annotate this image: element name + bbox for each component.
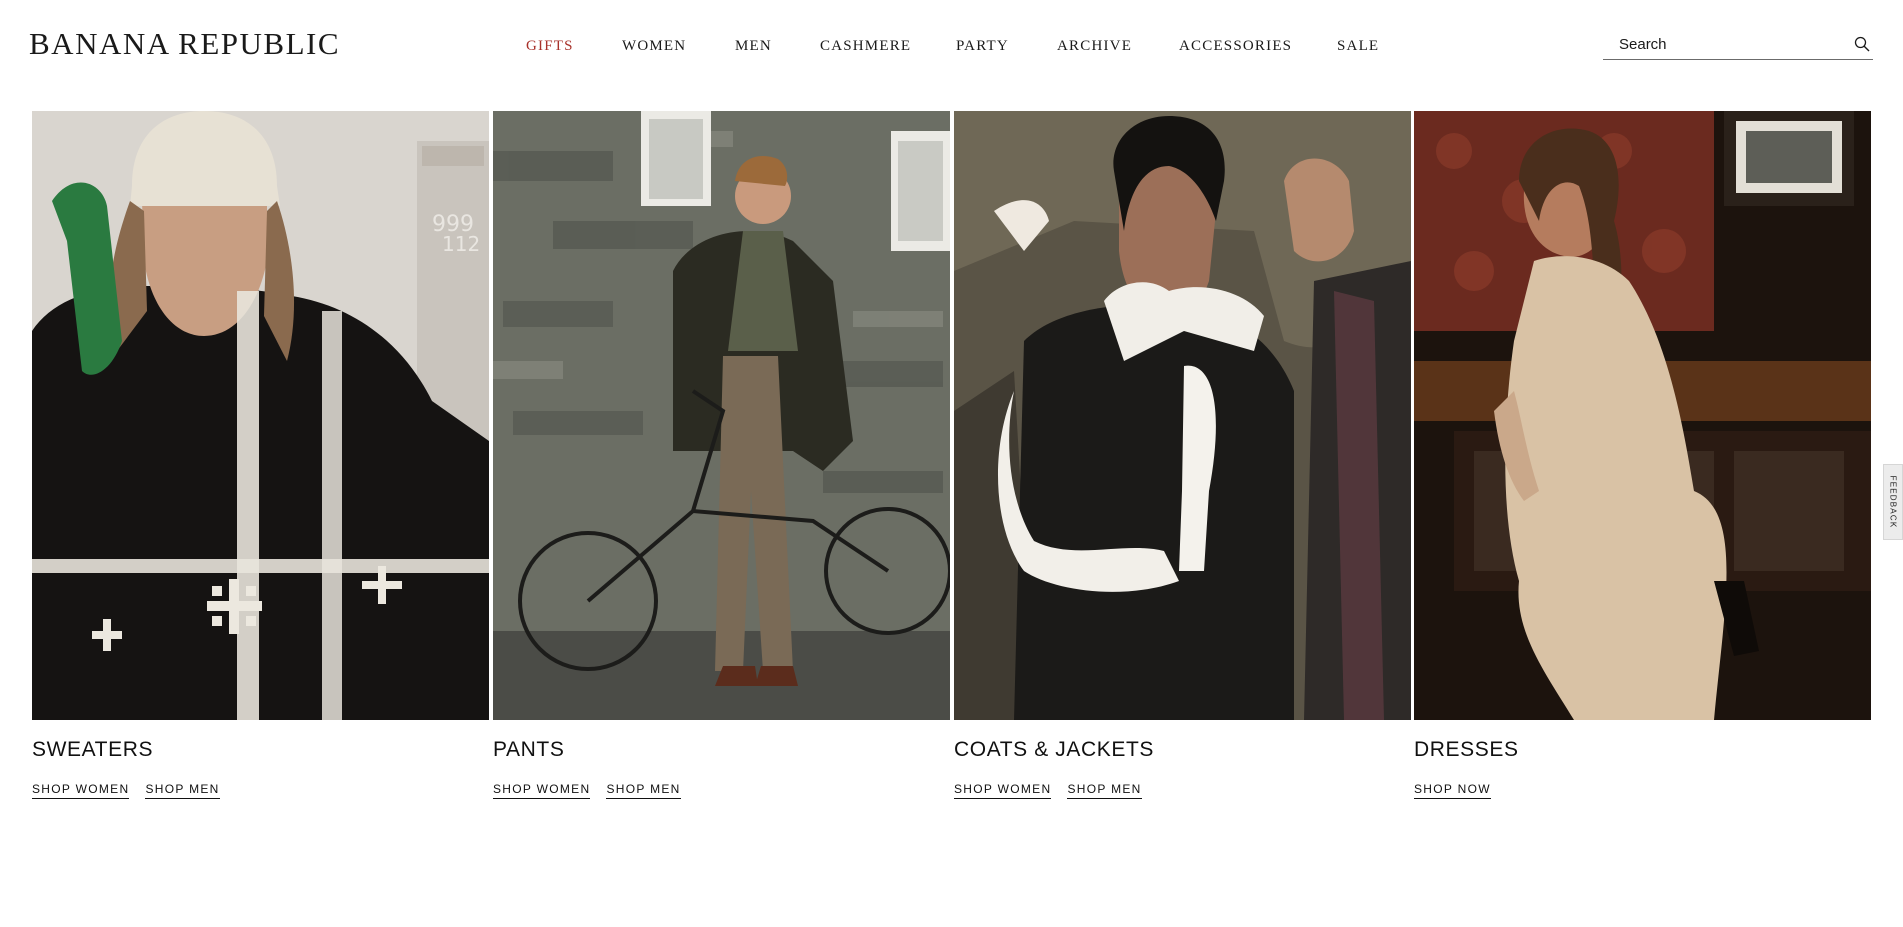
shop-women-link[interactable]: SHOP WOMEN (32, 782, 130, 799)
tile-links: SHOP NOW (1414, 782, 1491, 799)
tile-links: SHOP WOMEN SHOP MEN (493, 782, 681, 799)
nav-item-cashmere[interactable]: CASHMERE (820, 38, 911, 55)
tile-links: SHOP WOMEN SHOP MEN (954, 782, 1142, 799)
nav-item-women[interactable]: WOMEN (622, 38, 686, 55)
shop-women-link[interactable]: SHOP WOMEN (493, 782, 591, 799)
tile-title: SWEATERS (32, 738, 154, 761)
site-header: BANANA REPUBLIC GIFTS WOMEN MEN CASHMERE… (0, 0, 1903, 92)
search-input[interactable] (1619, 34, 1839, 54)
tile-title: PANTS (493, 738, 565, 761)
nav-item-men[interactable]: MEN (735, 38, 772, 55)
tile-title: DRESSES (1414, 738, 1519, 761)
nav-item-archive[interactable]: ARCHIVE (1057, 38, 1132, 55)
shop-women-link[interactable]: SHOP WOMEN (954, 782, 1052, 799)
feedback-label: FEEDBACK (1888, 475, 1898, 529)
nav-item-gifts[interactable]: GIFTS (526, 38, 574, 55)
tile-links: SHOP WOMEN SHOP MEN (32, 782, 220, 799)
sweaters-image[interactable]: 999 112 (32, 111, 489, 720)
shop-men-link[interactable]: SHOP MEN (1067, 782, 1142, 799)
magnifier-icon[interactable] (1854, 36, 1870, 52)
feedback-tab[interactable]: FEEDBACK (1883, 464, 1903, 540)
nav-item-sale[interactable]: SALE (1337, 38, 1379, 55)
search-box (1603, 30, 1873, 60)
tile-title: COATS & JACKETS (954, 738, 1154, 761)
nav-item-party[interactable]: PARTY (956, 38, 1009, 55)
nav-item-accessories[interactable]: ACCESSORIES (1179, 38, 1292, 55)
coats-jackets-image[interactable] (954, 111, 1411, 720)
shop-men-link[interactable]: SHOP MEN (145, 782, 220, 799)
svg-text:112: 112 (442, 232, 480, 256)
dresses-image[interactable] (1414, 111, 1871, 720)
shop-now-link[interactable]: SHOP NOW (1414, 782, 1491, 799)
shop-men-link[interactable]: SHOP MEN (606, 782, 681, 799)
pants-image[interactable] (493, 111, 950, 720)
